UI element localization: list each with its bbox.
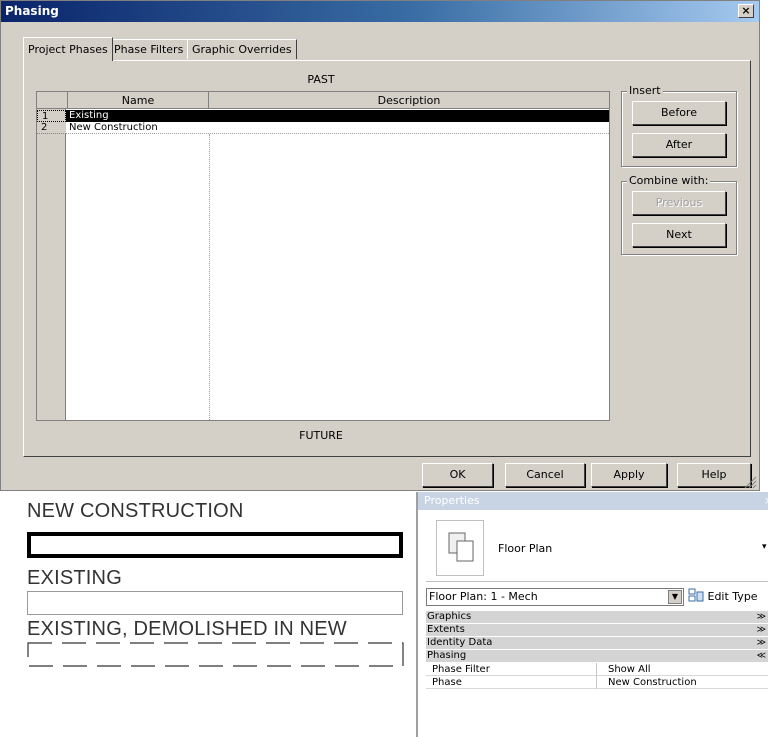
expand-icon[interactable]: ≫	[757, 637, 766, 649]
category-extents[interactable]: Extents ≫	[426, 624, 768, 636]
phase-description-cell[interactable]	[209, 110, 609, 122]
category-graphics[interactable]: Graphics ≫	[426, 611, 768, 623]
legend-existing-label: EXISTING	[27, 567, 122, 589]
apply-button[interactable]: Apply	[591, 463, 667, 487]
phases-grid: Name Description 1 Existing 2 New Constr…	[36, 91, 610, 421]
collapse-icon[interactable]: ≪	[757, 650, 766, 662]
table-row[interactable]: 2 New Construction	[37, 122, 609, 134]
insert-group-label: Insert	[627, 84, 663, 97]
close-button[interactable]: ×	[738, 4, 754, 18]
legend-new-construction-swatch	[27, 532, 403, 558]
param-value[interactable]: New Construction	[608, 676, 697, 689]
type-name: Floor Plan	[498, 542, 553, 555]
dialog-title: Phasing	[5, 4, 59, 18]
category-label: Extents	[427, 624, 465, 635]
legend-demolished-label: EXISTING, DEMOLISHED IN NEW	[27, 618, 347, 640]
table-row[interactable]: 1 Existing	[37, 110, 609, 122]
phasing-dialog: Phasing × Project Phases Phase Filters G…	[0, 0, 760, 491]
edit-type-button[interactable]: Edit Type	[688, 588, 768, 606]
properties-title: Properties	[418, 492, 768, 510]
column-divider	[209, 134, 210, 420]
resize-grip-icon[interactable]	[743, 475, 757, 489]
phase-description-cell[interactable]	[209, 122, 609, 134]
after-button[interactable]: After	[632, 133, 726, 157]
category-label: Identity Data	[427, 637, 493, 648]
category-label: Phasing	[427, 650, 467, 661]
expand-icon[interactable]: ≫	[757, 611, 766, 623]
phase-name-cell[interactable]: Existing	[67, 110, 209, 122]
row-number[interactable]: 1	[37, 110, 66, 122]
legend-new-construction-label: NEW CONSTRUCTION	[27, 500, 244, 522]
dialog-title-bar[interactable]: Phasing ×	[1, 1, 759, 22]
dropdown-arrow-icon[interactable]: ▼	[668, 590, 682, 604]
column-header-description[interactable]: Description	[209, 92, 609, 109]
param-row-phase-filter[interactable]: Phase Filter Show All	[426, 663, 768, 676]
next-button[interactable]: Next	[632, 223, 726, 247]
close-icon[interactable]: ×	[764, 494, 768, 507]
previous-button[interactable]: Previous	[632, 191, 726, 215]
help-button[interactable]: Help	[677, 463, 751, 487]
tab-phase-filters[interactable]: Phase Filters	[109, 39, 189, 59]
cancel-button[interactable]: Cancel	[505, 463, 585, 487]
category-identity-data[interactable]: Identity Data ≫	[426, 637, 768, 649]
param-name: Phase	[432, 677, 462, 688]
grid-header: Name Description	[37, 92, 609, 109]
tab-project-phases[interactable]: Project Phases	[23, 37, 113, 61]
chevron-down-icon[interactable]: ▾	[762, 542, 767, 552]
floor-plan-icon	[436, 520, 484, 576]
legend-demolished-swatch	[27, 642, 404, 667]
tab-graphic-overrides[interactable]: Graphic Overrides	[187, 39, 297, 59]
expand-icon[interactable]: ≫	[757, 624, 766, 636]
edit-type-label: Edit Type	[707, 590, 758, 603]
ok-button[interactable]: OK	[422, 463, 493, 487]
param-name: Phase Filter	[432, 664, 490, 675]
type-selector[interactable]: Floor Plan ▾	[426, 512, 768, 582]
instance-selector-value: Floor Plan: 1 - Mech	[429, 590, 538, 603]
legend-existing-swatch	[27, 591, 403, 615]
row-header-column	[37, 92, 66, 420]
instance-selector[interactable]: Floor Plan: 1 - Mech ▼	[426, 588, 684, 606]
category-label: Graphics	[427, 611, 472, 622]
param-column-divider	[596, 663, 597, 689]
combine-group-label: Combine with:	[627, 174, 711, 187]
before-button[interactable]: Before	[632, 101, 726, 125]
phase-name-cell[interactable]: New Construction	[67, 122, 209, 134]
param-row-phase[interactable]: Phase New Construction	[426, 676, 768, 689]
row-number[interactable]: 2	[37, 122, 66, 134]
edit-type-icon	[688, 588, 704, 602]
future-label: FUTURE	[299, 429, 343, 442]
properties-palette: Properties × Floor Plan ▾ Floor Plan: 1 …	[416, 492, 768, 737]
param-value[interactable]: Show All	[608, 663, 651, 676]
category-phasing[interactable]: Phasing ≪	[426, 650, 768, 662]
column-header-name[interactable]: Name	[67, 92, 209, 109]
past-label: PAST	[307, 73, 335, 86]
